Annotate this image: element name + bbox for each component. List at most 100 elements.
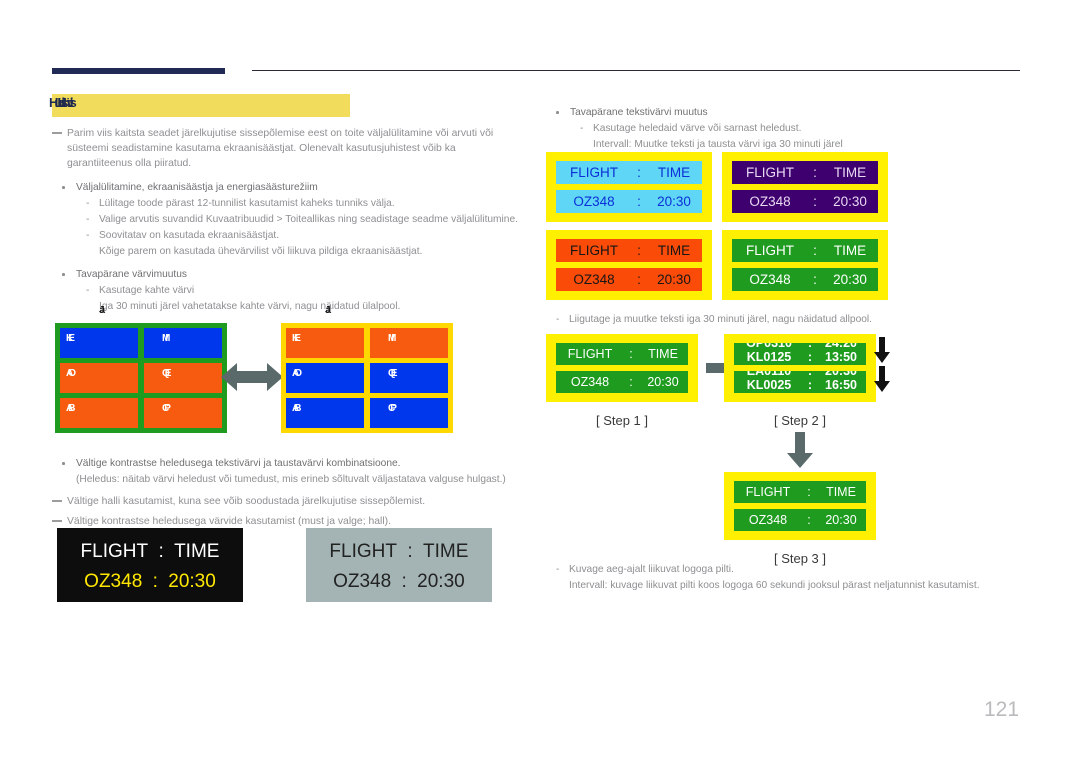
mini-board-cyan: FLIGHT: TIME OZ348: 20:30 <box>546 152 712 222</box>
board-time-label: TIME <box>422 541 469 562</box>
grid-cell: CP <box>370 398 448 428</box>
sub-note: (Heledus: näitab värvi heledust või tume… <box>76 474 506 485</box>
board-time-label: TIME <box>657 165 691 180</box>
board-line-header: FLIGHT: TIME <box>306 541 492 563</box>
board-flight-number: OZ348 <box>570 375 610 389</box>
left-column: HüvitisHüvitis Parim viis kaitsta seadet… <box>49 94 522 316</box>
board-flight-label: FLIGHT <box>80 541 149 562</box>
sub-list: Liigutage ja muutke teksti iga 30 minuti… <box>546 312 1036 328</box>
board-separator: : <box>813 243 817 258</box>
scroll-line: KL0125:13:50 <box>734 350 866 364</box>
board-separator: : <box>813 165 817 180</box>
flight-board-gray: FLIGHT: TIME OZ348:20:30 <box>305 528 492 602</box>
header-accent-bar <box>52 68 225 74</box>
list-item: Liigutage ja muutke teksti iga 30 minuti… <box>546 312 1036 328</box>
board-flight-number: OZ348 <box>573 194 615 209</box>
color-grid-left: KE MI AO QE AB CP <box>55 323 227 433</box>
double-arrow-icon <box>221 360 283 394</box>
board-line-data: OZ348:20:30 <box>732 190 878 213</box>
grid-cell: MI <box>144 328 222 358</box>
grid-cell: MI <box>370 328 448 358</box>
board-flight-number: OZ348 <box>573 272 615 287</box>
board-flight-number: OZ348 <box>749 194 791 209</box>
board-line-header: FLIGHT: TIME <box>556 239 702 262</box>
intro-note: Parim viis kaitsta seadet järelkujutise … <box>52 126 522 171</box>
header-rule <box>252 70 1020 71</box>
text-color-variants: FLIGHT: TIME OZ348: 20:30 FLIGHT: TIME OZ34… <box>546 152 888 300</box>
board-flight-label: FLIGHT <box>569 243 618 258</box>
scroll-line: EA0110: 20:30 <box>734 371 866 378</box>
board-time-value: 20:30 <box>657 194 691 209</box>
bullet-label: Tavapärane värvimuutus <box>76 269 187 280</box>
board-separator: : <box>807 513 811 527</box>
board-time-value: 20:30 <box>825 371 857 378</box>
board-flight-label: FLIGHT <box>329 541 397 562</box>
grid-left-label: Ja <box>99 305 106 316</box>
logo-image-note: Kuvage aeg-ajalt liikuvat logoga pilti. … <box>546 562 1046 594</box>
sub-note: Intervall: Muutke teksti ja tausta värvi… <box>593 139 843 150</box>
board-separator: : <box>637 272 641 287</box>
scroll-line: KL0025:16:50 <box>734 378 866 392</box>
scrolling-panel-bottom: EA0110:20:30 KL0025:16:50 <box>734 371 866 393</box>
board-line-data: OZ348:20:30 <box>732 268 878 291</box>
grid-cell: KE <box>60 328 138 358</box>
board-time-label: TIME <box>174 541 220 562</box>
section-title-band: HüvitisHüvitis <box>49 94 350 117</box>
board-flight-label: FLIGHT <box>569 165 618 180</box>
scroll-down-arrow-icon-1 <box>874 337 890 368</box>
step-1-board: FLIGHT: TIME OZ348:20:30 <box>546 334 698 402</box>
sub-list: Kuvage aeg-ajalt liikuvat logoga pilti. <box>546 562 1046 578</box>
board-separator: : <box>807 343 813 350</box>
board-separator: : <box>629 375 633 389</box>
board-line-data: OZ348:20:30 <box>556 190 702 213</box>
grid-row: KE MI <box>286 328 448 358</box>
sub-note: Kõige parem on kasutada ühevärvilist või… <box>99 246 423 257</box>
step-1: FLIGHT: TIME OZ348:20:30 [ Step 1 ] <box>546 334 698 428</box>
list-item: Lülitage toode pärast 12-tunnilist kasut… <box>76 196 522 212</box>
board-flight-number: OZ348 <box>333 571 392 592</box>
board-flight-number: OZ348 <box>84 571 143 592</box>
board-line-data: OZ348:20:30 <box>306 571 492 593</box>
sub-list: Lülitage toode pärast 12-tunnilist kasut… <box>76 196 522 244</box>
board-time-label: TIME <box>657 243 691 258</box>
board-time-value: 20:30 <box>647 375 679 389</box>
grid-right-label: Ja <box>325 305 332 316</box>
list-item: Kasutage kahte värvi <box>76 283 522 299</box>
left-bullet-list: Väljalülitamine, ekraanisäästja ja energ… <box>52 180 522 315</box>
board-line-header: FLIGHT: TIME <box>732 161 878 184</box>
scroll-down-arrow-icon-2 <box>874 366 890 397</box>
board-line-header: FLIGHT: TIME <box>556 343 688 365</box>
sub-list: Kasutage heledaid värve või sarnast hele… <box>570 121 1036 137</box>
board-flight-number: KL0025 <box>746 378 792 392</box>
sub-list: Kasutage kahte värvi <box>76 283 522 299</box>
grid-cell: AO <box>60 363 138 393</box>
board-time-value: 20:30 <box>657 272 691 287</box>
grid-cell: AB <box>286 398 364 428</box>
board-time-value: 20:30 <box>833 194 867 209</box>
board-time-value: 13:50 <box>825 350 857 364</box>
board-line-header: FLIGHT: TIME <box>57 541 243 563</box>
warning-note-contrast: Vältige kontrastse heledusega värvide ka… <box>52 514 532 529</box>
board-separator: : <box>152 571 158 592</box>
board-separator: : <box>407 541 413 562</box>
board-flight-number: OZ348 <box>748 513 788 527</box>
board-separator: : <box>629 347 633 361</box>
board-time-label: TIME <box>648 347 678 361</box>
board-separator: : <box>637 165 641 180</box>
board-separator: : <box>637 243 641 258</box>
list-item: Kuvage aeg-ajalt liikuvat logoga pilti. <box>546 562 1046 578</box>
list-item: Vältige kontrastse heledusega tekstivärv… <box>52 456 532 488</box>
grid-row: KE MI <box>60 328 222 358</box>
list-item: Valige arvutis suvandid Kuvaatribuudid >… <box>76 212 522 228</box>
scroll-line: OP0310: 24:20 <box>734 343 866 350</box>
board-separator: : <box>807 371 813 378</box>
grid-cell: AB <box>60 398 138 428</box>
board-line-data: OZ348:20:30 <box>734 509 866 531</box>
page-title: HüvitisHüvitis <box>49 95 77 110</box>
document-page: HüvitisHüvitis Parim viis kaitsta seadet… <box>0 0 1080 763</box>
board-flight-number: OZ348 <box>749 272 791 287</box>
step-2: OP0310:24:20 KL0125:13:50 EA0110:20:30 K… <box>724 334 876 428</box>
step-flow-down-arrow-icon <box>787 432 813 473</box>
grid-cell: AO <box>286 363 364 393</box>
board-separator: : <box>158 541 164 562</box>
